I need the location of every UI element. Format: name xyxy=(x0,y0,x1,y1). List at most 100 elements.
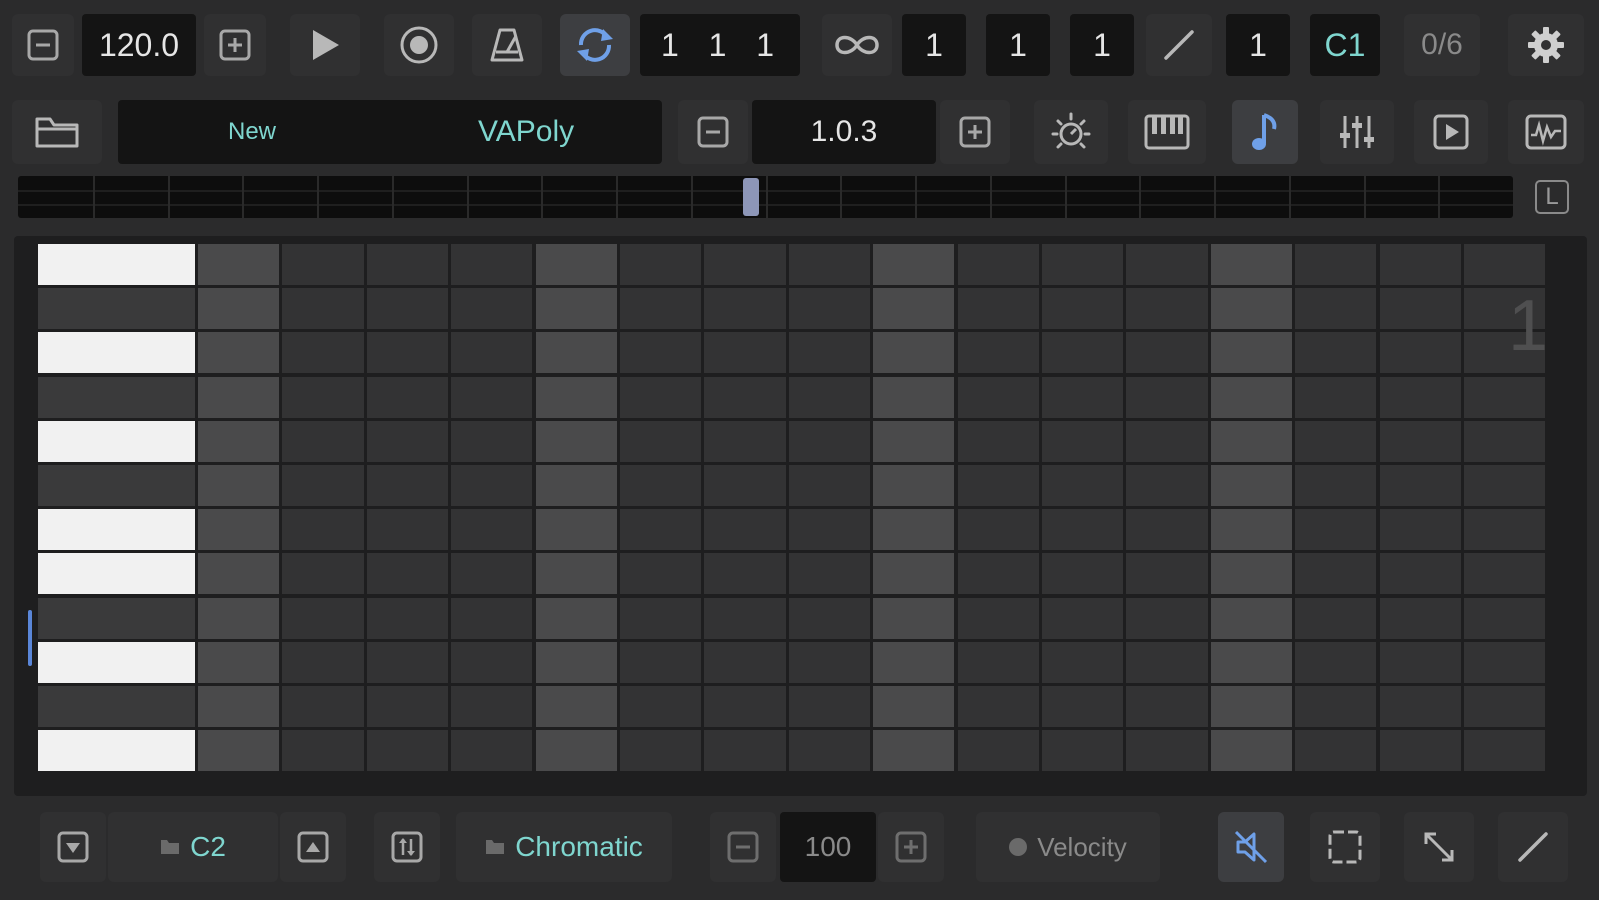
waveform-view-button[interactable] xyxy=(1508,100,1584,164)
step-cell[interactable] xyxy=(1464,730,1546,772)
step-cell[interactable] xyxy=(620,465,702,506)
step-cell[interactable] xyxy=(1042,553,1124,595)
velocity-value-display[interactable]: 100 xyxy=(780,812,876,882)
step-cell[interactable] xyxy=(1210,288,1292,330)
step-cell[interactable] xyxy=(282,288,364,330)
step-cell[interactable] xyxy=(1295,465,1377,506)
piano-key-white[interactable] xyxy=(38,553,195,595)
step-cell[interactable] xyxy=(1464,686,1546,727)
piano-key-black[interactable] xyxy=(38,288,195,330)
step-cell[interactable] xyxy=(366,641,448,683)
step-cell[interactable] xyxy=(620,509,702,551)
step-cell[interactable] xyxy=(957,420,1039,462)
step-cell[interactable] xyxy=(1379,509,1461,551)
step-cell[interactable] xyxy=(873,686,955,727)
step-cell[interactable] xyxy=(1210,376,1292,418)
step-cell[interactable] xyxy=(957,730,1039,772)
step-cell[interactable] xyxy=(1210,597,1292,639)
step-cell[interactable] xyxy=(366,332,448,374)
step-cell[interactable] xyxy=(1379,730,1461,772)
step-cell[interactable] xyxy=(198,686,280,727)
step-cell[interactable] xyxy=(1042,288,1124,330)
step-cell[interactable] xyxy=(1126,465,1208,506)
step-cell[interactable] xyxy=(198,465,280,506)
step-cell[interactable] xyxy=(704,288,786,330)
step-cell[interactable] xyxy=(1126,641,1208,683)
clip-launch-button[interactable] xyxy=(1414,100,1488,164)
step-cell[interactable] xyxy=(704,376,786,418)
step-cell[interactable] xyxy=(957,332,1039,374)
step-cell[interactable] xyxy=(957,376,1039,418)
step-cell[interactable] xyxy=(873,509,955,551)
preset-selector[interactable]: New VAPoly xyxy=(118,100,662,164)
step-cell[interactable] xyxy=(704,553,786,595)
select-tool-button[interactable] xyxy=(1310,812,1380,882)
step-cell[interactable] xyxy=(198,509,280,551)
step-cell[interactable] xyxy=(873,244,955,285)
step-cell[interactable] xyxy=(1042,465,1124,506)
step-cell[interactable] xyxy=(1295,597,1377,639)
step-cell[interactable] xyxy=(1042,244,1124,285)
step-cell[interactable] xyxy=(1126,244,1208,285)
step-cell[interactable] xyxy=(957,641,1039,683)
step-cell[interactable] xyxy=(1210,730,1292,772)
step-cell[interactable] xyxy=(535,244,617,285)
mixer-button[interactable] xyxy=(1320,100,1394,164)
infinite-loop-button[interactable] xyxy=(822,14,892,76)
step-cell[interactable] xyxy=(535,641,617,683)
step-cell[interactable] xyxy=(957,465,1039,506)
piano-key-black[interactable] xyxy=(38,465,195,506)
step-cell[interactable] xyxy=(535,376,617,418)
step-cell[interactable] xyxy=(1379,376,1461,418)
piano-key-black[interactable] xyxy=(38,376,195,418)
step-cell[interactable] xyxy=(788,509,870,551)
step-cell[interactable] xyxy=(198,597,280,639)
root-note-display[interactable]: C1 xyxy=(1310,14,1380,76)
step-cell[interactable] xyxy=(282,332,364,374)
version-display[interactable]: 1.0.3 xyxy=(752,100,936,164)
length-beats-display[interactable]: 1 xyxy=(1070,14,1134,76)
step-cell[interactable] xyxy=(198,376,280,418)
step-cell[interactable] xyxy=(788,420,870,462)
step-cell[interactable] xyxy=(1379,597,1461,639)
step-cell[interactable] xyxy=(1042,332,1124,374)
step-cell[interactable] xyxy=(1464,465,1546,506)
step-cell[interactable] xyxy=(282,420,364,462)
step-cell[interactable] xyxy=(620,686,702,727)
step-cell[interactable] xyxy=(1464,641,1546,683)
step-cell[interactable] xyxy=(788,641,870,683)
step-cell[interactable] xyxy=(282,686,364,727)
step-cell[interactable] xyxy=(620,553,702,595)
velocity-mode-toggle[interactable]: Velocity xyxy=(976,812,1160,882)
step-cell[interactable] xyxy=(957,288,1039,330)
playhead-handle[interactable] xyxy=(742,178,759,216)
step-cell[interactable] xyxy=(198,730,280,772)
step-cell[interactable] xyxy=(957,244,1039,285)
step-cell[interactable] xyxy=(620,641,702,683)
position-display[interactable]: 1 1 1 xyxy=(640,14,800,76)
loop-lock-button[interactable]: L xyxy=(1530,176,1574,218)
step-cell[interactable] xyxy=(620,244,702,285)
step-cell[interactable] xyxy=(1295,553,1377,595)
tempo-decrease-button[interactable] xyxy=(12,14,74,76)
step-cell[interactable] xyxy=(535,686,617,727)
step-cell[interactable] xyxy=(1042,509,1124,551)
step-cell[interactable] xyxy=(535,332,617,374)
step-cell[interactable] xyxy=(1210,465,1292,506)
step-cell[interactable] xyxy=(788,332,870,374)
step-cell[interactable] xyxy=(366,597,448,639)
step-cell[interactable] xyxy=(451,332,533,374)
version-decrease-button[interactable] xyxy=(678,100,748,164)
step-cell[interactable] xyxy=(1042,376,1124,418)
step-cell[interactable] xyxy=(873,332,955,374)
step-cell[interactable] xyxy=(704,244,786,285)
step-cell[interactable] xyxy=(620,332,702,374)
scale-selector[interactable]: Chromatic xyxy=(456,812,672,882)
open-folder-button[interactable] xyxy=(12,100,102,164)
step-cell[interactable] xyxy=(1210,332,1292,374)
step-cell[interactable] xyxy=(535,420,617,462)
step-cell[interactable] xyxy=(788,244,870,285)
step-cell[interactable] xyxy=(957,509,1039,551)
piano-key-black[interactable] xyxy=(38,597,195,639)
tempo-display[interactable]: 120.0 xyxy=(82,14,196,76)
